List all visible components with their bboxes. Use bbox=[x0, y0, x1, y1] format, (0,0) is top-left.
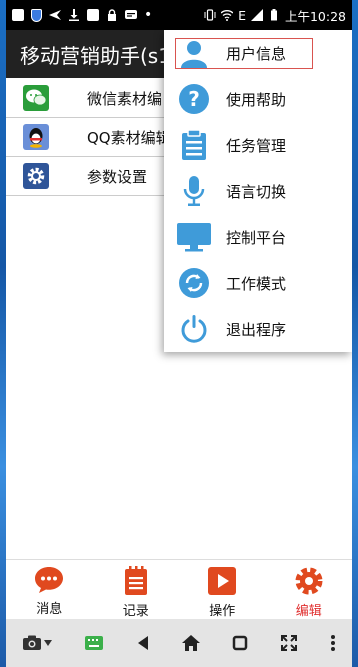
clock: 上午10:28 bbox=[284, 8, 346, 24]
overflow-menu: 用户信息 ? 使用帮助 任务管理 语言切换 控制平台 工作模式 退出程序 bbox=[164, 30, 352, 352]
microphone-icon bbox=[176, 173, 212, 209]
menu-item-exit[interactable]: 退出程序 bbox=[164, 306, 352, 352]
menu-item-task-management[interactable]: 任务管理 bbox=[164, 122, 352, 168]
signal-icon bbox=[250, 9, 263, 21]
menu-item-label: 语言切换 bbox=[226, 182, 287, 201]
shield-icon bbox=[31, 8, 42, 22]
tab-label: 操作 bbox=[209, 604, 236, 619]
menu-item-label: 工作模式 bbox=[226, 274, 287, 293]
message-icon bbox=[125, 10, 137, 19]
menu-item-user-info[interactable]: 用户信息 bbox=[164, 30, 352, 76]
menu-item-label: 退出程序 bbox=[226, 320, 287, 339]
tab-operations[interactable]: 操作 bbox=[179, 560, 266, 620]
phone-screen: • E 上午10:28 移动营销助手(s1 微信素材编 QQ素材编辑 参数设置 … bbox=[6, 0, 352, 667]
chevron-down-icon bbox=[44, 640, 52, 646]
network-type: E bbox=[238, 7, 246, 23]
list-item-label: QQ素材编辑 bbox=[87, 128, 171, 147]
lock-icon bbox=[108, 9, 116, 21]
vibrate-icon bbox=[204, 9, 216, 21]
app-title: 移动营销助手(s1 bbox=[20, 43, 171, 68]
chat-bubble-icon bbox=[35, 567, 64, 593]
status-bar: • E 上午10:28 bbox=[6, 0, 352, 30]
menu-item-label: 用户信息 bbox=[226, 44, 287, 63]
battery-icon bbox=[270, 9, 277, 21]
bottom-tab-bar: 消息 记录 操作 编辑 bbox=[6, 559, 352, 620]
navigation-bar bbox=[6, 619, 352, 667]
desktop-background-right bbox=[352, 0, 358, 667]
tab-edit[interactable]: 编辑 bbox=[266, 560, 353, 620]
help-icon: ? bbox=[176, 81, 212, 117]
menu-item-language-switch[interactable]: 语言切换 bbox=[164, 168, 352, 214]
wifi-icon bbox=[221, 10, 234, 21]
notification-icon bbox=[12, 9, 24, 21]
more-vertical-icon[interactable] bbox=[330, 634, 336, 652]
list-item-label: 微信素材编 bbox=[87, 89, 163, 108]
keyboard-icon[interactable] bbox=[84, 635, 104, 651]
recents-icon[interactable] bbox=[232, 635, 248, 651]
download-icon bbox=[69, 9, 79, 21]
tab-records[interactable]: 记录 bbox=[93, 560, 180, 620]
notepad-icon bbox=[124, 566, 147, 595]
home-icon[interactable] bbox=[182, 635, 200, 651]
settings-gear-icon bbox=[23, 163, 49, 189]
user-icon bbox=[176, 35, 212, 71]
refresh-icon bbox=[176, 265, 212, 301]
wechat-icon bbox=[23, 85, 49, 111]
play-icon bbox=[208, 567, 237, 595]
list-item-label: 参数设置 bbox=[87, 167, 148, 186]
tab-messages[interactable]: 消息 bbox=[6, 560, 93, 620]
menu-item-work-mode[interactable]: 工作模式 bbox=[164, 260, 352, 306]
menu-item-help[interactable]: ? 使用帮助 bbox=[164, 76, 352, 122]
tab-label: 记录 bbox=[122, 604, 149, 619]
menu-item-label: 任务管理 bbox=[226, 136, 287, 155]
svg-text:?: ? bbox=[188, 87, 200, 111]
tab-label: 编辑 bbox=[295, 604, 322, 619]
send-icon bbox=[49, 10, 61, 20]
back-icon[interactable] bbox=[136, 635, 150, 651]
camera-icon[interactable] bbox=[22, 635, 52, 651]
gear-icon bbox=[295, 567, 323, 595]
more-notifications-icon: • bbox=[144, 7, 153, 23]
tab-label: 消息 bbox=[36, 602, 63, 617]
power-icon bbox=[176, 311, 212, 347]
clipboard-icon bbox=[176, 127, 212, 163]
menu-item-control-platform[interactable]: 控制平台 bbox=[164, 214, 352, 260]
menu-item-label: 控制平台 bbox=[226, 228, 287, 247]
fullscreen-icon[interactable] bbox=[280, 634, 298, 652]
menu-item-label: 使用帮助 bbox=[226, 90, 287, 109]
notification-icon bbox=[87, 9, 99, 21]
qq-icon bbox=[23, 124, 49, 150]
monitor-icon bbox=[176, 219, 212, 255]
